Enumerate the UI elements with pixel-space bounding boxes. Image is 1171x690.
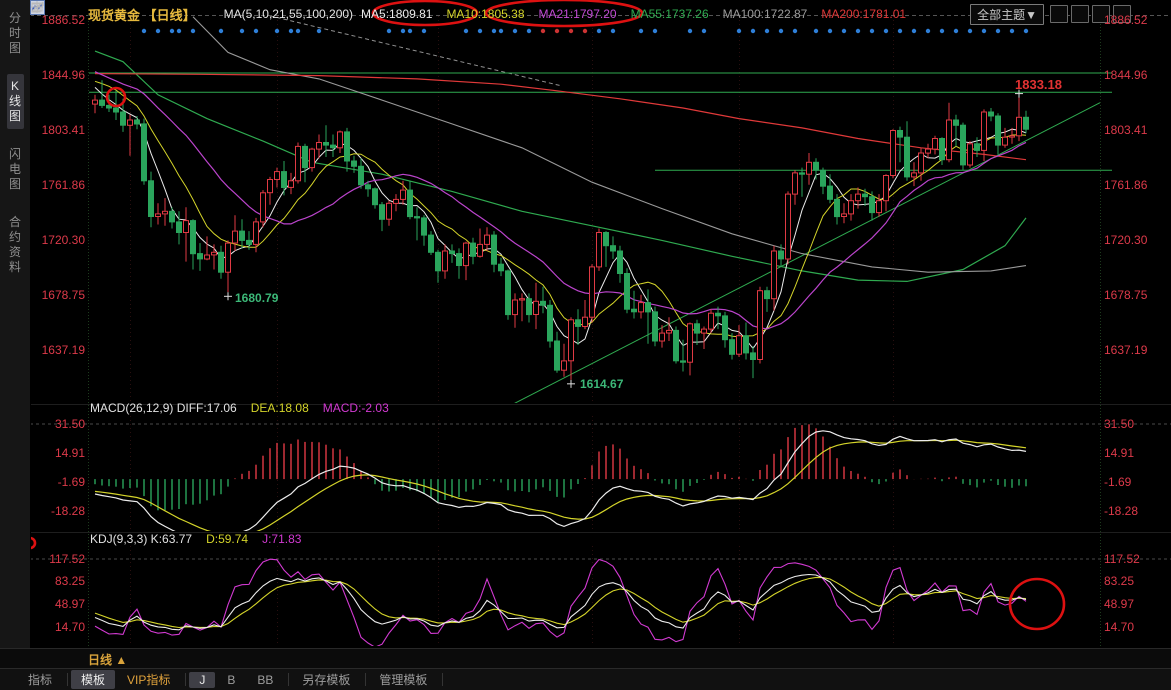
axis-label: 1761.86 [32,178,85,192]
axis-label: -18.28 [32,504,85,518]
bottom-tab-5[interactable]: BB [247,672,283,688]
ma-settings-icon[interactable] [206,7,221,22]
axis-label: -1.69 [1104,475,1164,489]
sidebar-item-1[interactable]: K线图 [7,74,24,129]
period-selector[interactable]: 日线 ▲ [88,651,127,668]
axis-label: 1886.52 [1104,13,1164,27]
axis-label: 117.52 [32,552,85,566]
ma-value-label-2: MA21:1797.20 [539,7,617,21]
ma-value-label-5: MA200:1781.01 [821,7,906,21]
axis-label: 31.50 [32,417,85,431]
axis-label: -1.69 [32,475,85,489]
macd-label-part-0: MACD(26,12,9) DIFF:17.06 [90,401,237,415]
tab-divider [185,673,186,686]
bottom-tab-4[interactable]: B [217,672,245,688]
macd-header: MACD(26,12,9) DIFF:17.06 DEA:18.08 MACD:-2… [90,401,389,415]
bottom-tab-0[interactable]: 指标 [18,670,62,689]
axis-label: -18.28 [1104,504,1164,518]
axis-label: 1678.75 [1104,288,1164,302]
tab-divider [442,673,443,686]
axis-label: 1761.86 [1104,178,1164,192]
candles-layer [93,80,1029,380]
bottom-tab-7[interactable]: 管理模板 [369,670,437,689]
axis-label: 14.91 [1104,446,1164,460]
kdj-label-part-2: J:71.83 [262,532,301,546]
chart-header: 现货黄金 【日线】 MA(5,10,21,55,100,200) MA5:180… [30,0,1171,28]
trend-line [502,103,1100,410]
instrument-title: 现货黄金 【日线】 [88,5,196,24]
axis-label: 14.70 [1104,620,1164,634]
kdj-label-part-0: KDJ(9,3,3) K:63.77 [90,532,192,546]
chart-canvas[interactable] [0,0,1171,690]
ma-value-label-1: MA10:1805.38 [446,7,524,21]
ma-settings-label[interactable]: MA(5,10,21,55,100,200) [224,7,353,21]
date-axis: 日线 ▲ [0,648,1171,668]
axis-label: 1637.19 [1104,343,1164,357]
tab-divider [365,673,366,686]
axis-label: 14.70 [32,620,85,634]
axis-label: 48.97 [1104,597,1164,611]
ma-value-label-3: MA55:1737.26 [631,7,709,21]
macd-layer [95,424,1026,510]
axis-label: 1803.41 [1104,123,1164,137]
axis-label: 83.25 [1104,574,1164,588]
axis-label: 1720.30 [32,233,85,247]
axis-range-icon[interactable] [1071,5,1089,23]
bottom-tab-3[interactable]: J [189,672,215,688]
annotation-september-low: 1614.67 [580,377,623,391]
axis-label: 1720.30 [1104,233,1164,247]
axis-label: 1844.96 [32,68,85,82]
theme-dropdown-button[interactable]: 全部主题▼ [970,4,1044,25]
signal-dots-layer [142,29,1028,33]
axis-label: 1678.75 [32,288,85,302]
ma-values: MA5:1809.81 MA10:1805.38 MA21:1797.20 MA55:… [361,7,920,21]
bottom-tab-1[interactable]: 模板 [71,670,115,689]
app-window: 分时图 K线图闪电图合约资料 现货黄金 【日线】 MA(5,10,21,55,10… [0,0,1171,690]
chart-type-sidebar: 分时图 K线图闪电图合约资料 [0,0,31,648]
bottom-tab-6[interactable]: 另存模板 [292,670,360,689]
ma-value-label-4: MA100:1722.87 [723,7,808,21]
axis-label: 1637.19 [32,343,85,357]
axis-label: 1844.96 [1104,68,1164,82]
annotation-july-low: 1680.79 [235,291,278,305]
bottom-tab-2[interactable]: VIP指标 [117,670,180,689]
axis-label: 83.25 [32,574,85,588]
axis-label: 31.50 [1104,417,1164,431]
macd-label-part-2: MACD:-2.03 [323,401,389,415]
axis-label: 48.97 [32,597,85,611]
axis-label: 117.52 [1104,552,1164,566]
tab-divider [288,673,289,686]
axis-label: 1803.41 [32,123,85,137]
macd-label-part-1: DEA:18.08 [251,401,309,415]
axis-label: 14.91 [32,446,85,460]
sidebar-item-2[interactable]: 闪电图 [7,142,24,197]
kdj-header: KDJ(9,3,3) K:63.77 D:59.74 J:71.83 [90,532,301,546]
axis-label: 1886.52 [32,13,85,27]
crosshair-icon[interactable] [1050,5,1068,23]
tab-divider [67,673,68,686]
ma-value-label-0: MA5:1809.81 [361,7,432,21]
kdj-label-part-1: D:59.74 [206,532,248,546]
red-circle-annotation [1010,579,1064,629]
sidebar-item-0[interactable]: 分时图 [7,6,24,61]
sidebar-item-3[interactable]: 合约资料 [7,210,24,280]
bottom-tab-bar: 指标模板VIP指标JBBB另存模板管理模板 [0,668,1171,690]
annotation-december-high: 1833.18 [1015,77,1062,92]
